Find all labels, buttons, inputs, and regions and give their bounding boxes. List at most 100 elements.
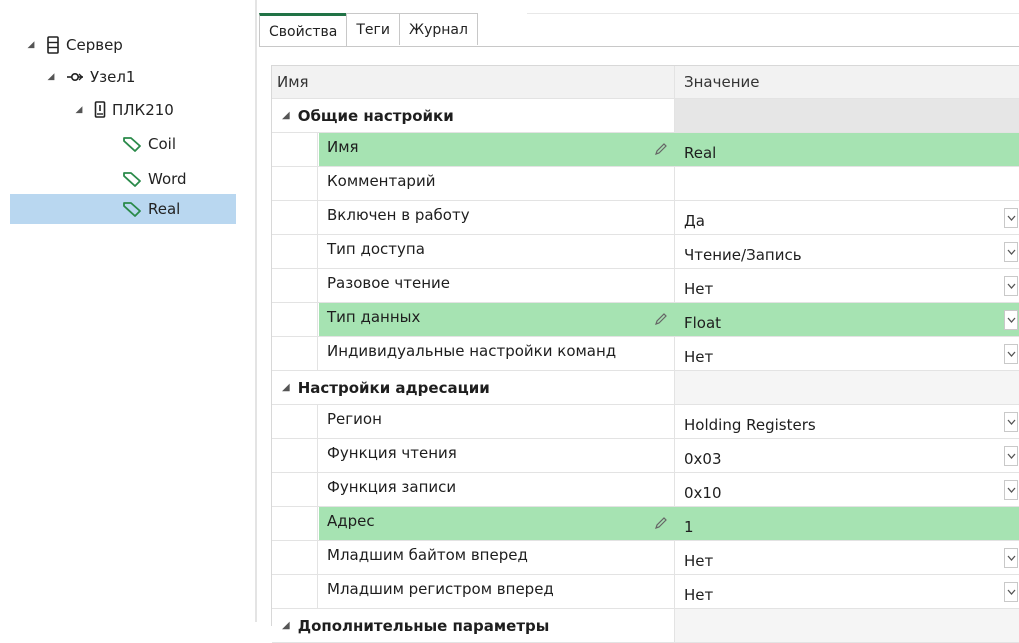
tag-icon <box>122 171 142 187</box>
property-value[interactable]: Нет <box>674 541 1019 574</box>
tree-item-tag-word[interactable]: Word <box>122 164 187 194</box>
property-row[interactable]: Тип доступа Чтение/Запись <box>272 235 1019 269</box>
chevron-down-icon[interactable] <box>1004 548 1018 568</box>
tab-tags[interactable]: Теги <box>346 13 400 45</box>
section-value-cell <box>674 609 1019 642</box>
section-header[interactable]: ◢ Общие настройки <box>272 99 1019 133</box>
row-indent <box>272 473 318 506</box>
tab-properties[interactable]: Свойства <box>259 13 348 47</box>
row-indent <box>272 405 318 438</box>
row-indent <box>272 541 318 574</box>
chevron-down-icon[interactable] <box>1004 208 1018 228</box>
property-name-text: Имя <box>327 137 359 156</box>
property-row[interactable]: Включен в работу Да <box>272 201 1019 235</box>
row-indent <box>272 235 318 268</box>
property-row[interactable]: Тип данных Float <box>272 303 1019 337</box>
property-value-text: Нет <box>684 551 714 570</box>
section-value-cell <box>674 99 1019 132</box>
row-indent <box>272 269 318 302</box>
property-name: Младшим байтом вперед <box>319 541 674 574</box>
property-value[interactable]: Нет <box>674 575 1019 608</box>
property-name: Младшим регистром вперед <box>319 575 674 608</box>
column-header-value[interactable]: Значение <box>674 66 1019 98</box>
tree-item-tag-coil[interactable]: Coil <box>122 129 176 159</box>
grid-header: Имя Значение <box>272 66 1019 99</box>
property-value-text: Нет <box>684 279 714 298</box>
row-indent <box>272 303 318 336</box>
tree-label-tag: Real <box>148 200 181 218</box>
property-value[interactable]: Нет <box>674 337 1019 370</box>
tab-journal[interactable]: Журнал <box>399 13 478 45</box>
chevron-down-icon[interactable] <box>1004 582 1018 602</box>
property-name-text: Функция чтения <box>327 443 457 462</box>
row-indent <box>272 133 318 166</box>
property-value[interactable]: Нет <box>674 269 1019 302</box>
tab-divider <box>259 46 1019 47</box>
property-name: Включен в работу <box>319 201 674 234</box>
tab-strip-border <box>527 13 1019 14</box>
property-value-text: Чтение/Запись <box>684 245 802 264</box>
row-indent <box>272 201 318 234</box>
property-row[interactable]: Младшим регистром вперед Нет <box>272 575 1019 609</box>
property-name-text: Индивидуальные настройки команд <box>327 341 617 360</box>
property-name-text: Тип доступа <box>327 239 425 258</box>
chevron-down-icon[interactable] <box>1004 412 1018 432</box>
section-header[interactable]: ◢ Настройки адресации <box>272 371 1019 405</box>
property-value[interactable]: Float <box>674 303 1019 336</box>
tree-item-tag-real[interactable]: Real <box>10 194 236 224</box>
property-value[interactable]: 1 <box>674 507 1019 540</box>
column-header-name[interactable]: Имя <box>272 66 309 98</box>
property-name: Разовое чтение <box>319 269 674 302</box>
pencil-icon <box>654 312 668 330</box>
property-value[interactable]: Holding Registers <box>674 405 1019 438</box>
property-value[interactable]: 0x03 <box>674 439 1019 472</box>
collapse-triangle-icon[interactable]: ◢ <box>74 105 84 115</box>
chevron-down-icon[interactable] <box>1004 344 1018 364</box>
property-row[interactable]: Младшим байтом вперед Нет <box>272 541 1019 575</box>
chevron-down-icon[interactable] <box>1004 276 1018 296</box>
property-name-text: Включен в работу <box>327 205 470 224</box>
property-row[interactable]: Регион Holding Registers <box>272 405 1019 439</box>
property-value[interactable]: Real <box>674 133 1019 166</box>
chevron-down-icon[interactable] <box>1004 242 1018 262</box>
property-row[interactable]: Индивидуальные настройки команд Нет <box>272 337 1019 371</box>
property-name: Имя <box>319 133 674 166</box>
tree-item-node[interactable]: ◢ Узел1 <box>46 62 136 92</box>
tree-label-tag: Coil <box>148 135 176 153</box>
tree-item-device[interactable]: ◢ ПЛК210 <box>74 95 174 125</box>
property-name-text: Адрес <box>327 511 375 530</box>
property-value[interactable]: Чтение/Запись <box>674 235 1019 268</box>
property-row[interactable]: Функция записи 0x10 <box>272 473 1019 507</box>
collapse-triangle-icon[interactable]: ◢ <box>282 382 290 393</box>
property-value[interactable]: Да <box>674 201 1019 234</box>
property-name-text: Младшим байтом вперед <box>327 545 528 564</box>
section-header[interactable]: ◢ Дополнительные параметры <box>272 609 1019 643</box>
property-value[interactable] <box>674 167 1019 200</box>
collapse-triangle-icon[interactable]: ◢ <box>282 110 290 121</box>
property-row[interactable]: Функция чтения 0x03 <box>272 439 1019 473</box>
node-link-icon <box>66 70 84 84</box>
property-grid: Имя Значение ◢ Общие настройки Имя Real Комм… <box>271 65 1019 643</box>
panel-splitter[interactable] <box>255 0 257 622</box>
section-title: ◢ Общие настройки <box>282 99 454 132</box>
property-name: Тип доступа <box>319 235 674 268</box>
tree-item-server[interactable]: ◢ Сервер <box>26 30 123 60</box>
section-title-text: Общие настройки <box>297 106 454 125</box>
property-row[interactable]: Имя Real <box>272 133 1019 167</box>
tab-strip: Свойства Теги Журнал <box>259 13 478 47</box>
server-icon <box>46 36 60 54</box>
plc-device-icon <box>94 101 106 119</box>
chevron-down-icon[interactable] <box>1004 310 1018 330</box>
property-name: Функция записи <box>319 473 674 506</box>
collapse-triangle-icon[interactable]: ◢ <box>46 72 56 82</box>
section-title-text: Дополнительные параметры <box>297 616 550 635</box>
property-value[interactable]: 0x10 <box>674 473 1019 506</box>
chevron-down-icon[interactable] <box>1004 446 1018 466</box>
section-title-text: Настройки адресации <box>297 378 490 397</box>
property-row[interactable]: Разовое чтение Нет <box>272 269 1019 303</box>
property-row[interactable]: Комментарий <box>272 167 1019 201</box>
chevron-down-icon[interactable] <box>1004 480 1018 500</box>
property-row[interactable]: Адрес 1 <box>272 507 1019 541</box>
property-name-text: Регион <box>327 409 382 428</box>
collapse-triangle-icon[interactable]: ◢ <box>26 40 36 50</box>
